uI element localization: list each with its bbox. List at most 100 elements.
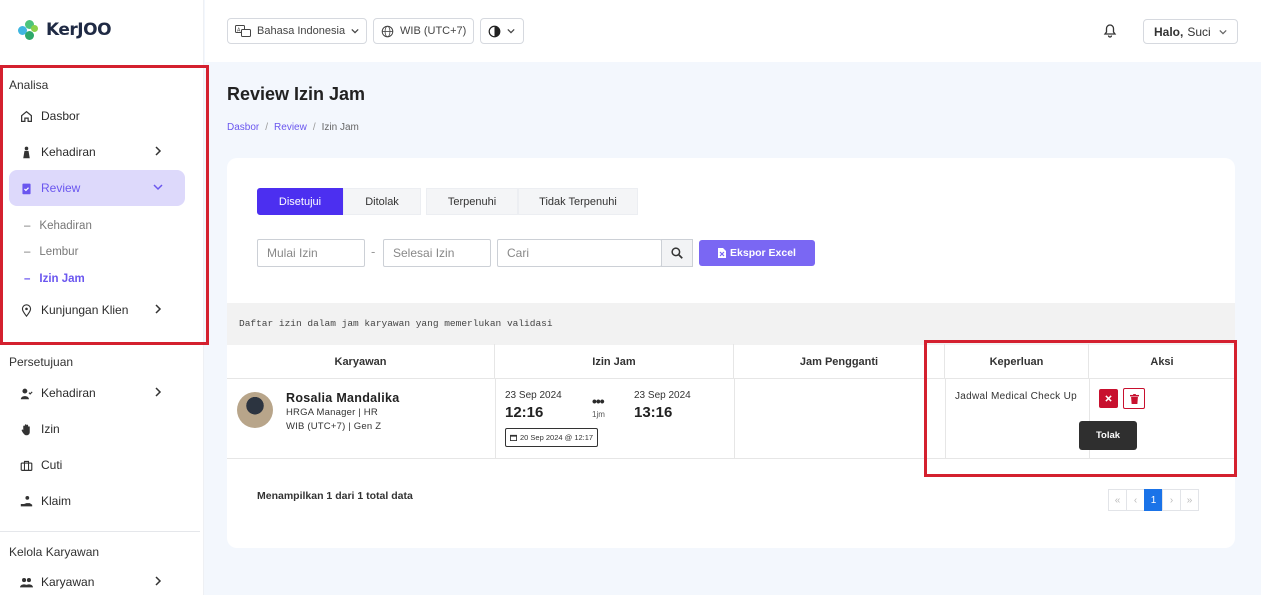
breadcrumb-dasbor[interactable]: Dasbor	[227, 122, 259, 133]
end-date-input[interactable]	[383, 239, 491, 267]
page-current-button[interactable]: 1	[1144, 489, 1163, 511]
page-last-button[interactable]: »	[1180, 489, 1199, 511]
svg-text:A: A	[237, 28, 241, 34]
reject-button[interactable]	[1099, 389, 1118, 408]
sidebar-subitem-lembur[interactable]: – Lembur	[24, 246, 78, 258]
person-icon	[20, 146, 33, 159]
more-icon: •••	[592, 393, 605, 409]
chevron-right-icon	[155, 576, 162, 586]
created-timestamp: 20 Sep 2024 @ 12:17	[505, 428, 599, 447]
sidebar-item-cuti[interactable]: Cuti	[9, 447, 185, 483]
sidebar-item-kunjungan-klien[interactable]: Kunjungan Klien	[9, 292, 185, 328]
calendar-icon	[510, 434, 517, 441]
sidebar-item-label: Review	[41, 181, 81, 195]
status-tabs: Disetujui Ditolak Terpenuhi Tidak Terpen…	[257, 188, 638, 215]
avatar	[237, 392, 273, 428]
search-input[interactable]	[497, 239, 662, 267]
end-time: 13:16	[634, 404, 673, 421]
page-prev-button[interactable]: ‹	[1126, 489, 1145, 511]
column-header-keperluan: Keperluan	[945, 344, 1089, 379]
home-icon	[20, 110, 33, 123]
sidebar-item-review[interactable]: Review	[9, 170, 185, 206]
sidebar-item-label: Izin	[41, 422, 60, 436]
export-excel-button[interactable]: Ekspor Excel	[699, 240, 815, 266]
chevron-down-icon	[351, 28, 359, 34]
export-label: Ekspor Excel	[730, 247, 796, 259]
user-menu[interactable]: Halo, Suci	[1143, 19, 1238, 44]
pagination: « ‹ 1 › »	[1108, 489, 1199, 511]
page-title: Review Izin Jam	[227, 84, 366, 104]
users-icon	[20, 576, 33, 589]
hand-icon	[20, 423, 33, 436]
globe-icon	[381, 25, 394, 37]
breadcrumb-current: Izin Jam	[321, 122, 359, 133]
start-time: 12:16	[505, 404, 544, 421]
tab-ditolak[interactable]: Ditolak	[343, 188, 421, 215]
table-summary: Menampilkan 1 dari 1 total data	[257, 490, 413, 502]
reject-tooltip: Tolak	[1079, 421, 1137, 450]
delete-button[interactable]	[1123, 388, 1145, 409]
logo-text: KerJOO	[46, 20, 112, 40]
bell-icon[interactable]	[1102, 22, 1118, 38]
employee-timezone-gen: WIB (UTC+7) | Gen Z	[286, 421, 382, 432]
sidebar-item-dasbor[interactable]: Dasbor	[9, 98, 185, 134]
location-pin-icon	[20, 303, 33, 317]
tab-tidak-terpenuhi[interactable]: Tidak Terpenuhi	[518, 188, 638, 215]
breadcrumb-review[interactable]: Review	[274, 122, 307, 133]
start-date: 23 Sep 2024	[505, 390, 562, 401]
purpose-text: Jadwal Medical Check Up	[955, 391, 1077, 402]
user-name: Suci	[1187, 24, 1211, 39]
sidebar-item-label: Cuti	[41, 458, 63, 472]
employee-position: HRGA Manager | HR	[286, 407, 378, 418]
sidebar-item-label: Kehadiran	[41, 145, 96, 159]
language-label: Bahasa Indonesia	[257, 25, 346, 37]
column-header-karyawan: Karyawan	[227, 344, 495, 379]
language-select[interactable]: A Bahasa Indonesia	[227, 18, 368, 44]
sidebar-item-klaim[interactable]: Klaim	[9, 483, 185, 519]
chevron-down-icon	[507, 28, 515, 34]
file-excel-icon	[718, 248, 727, 258]
duration: 1jm	[592, 410, 605, 419]
sidebar-subitem-kehadiran[interactable]: – Kehadiran	[24, 220, 92, 232]
sidebar-item-izin[interactable]: Izin	[9, 411, 185, 447]
sidebar-item-karyawan[interactable]: Karyawan	[9, 564, 185, 595]
content-card: Disetujui Ditolak Terpenuhi Tidak Terpen…	[227, 158, 1235, 548]
section-persetujuan: Persetujuan	[9, 355, 74, 369]
trash-icon	[1129, 393, 1139, 404]
timezone-select[interactable]: WIB (UTC+7)	[373, 18, 475, 44]
chevron-right-icon	[155, 304, 162, 314]
sidebar-subitem-izin-jam[interactable]: – Izin Jam	[24, 273, 85, 285]
range-separator: -	[371, 244, 376, 259]
start-date-input[interactable]	[257, 239, 365, 267]
chevron-right-icon	[155, 146, 162, 156]
section-analisa: Analisa	[9, 78, 49, 92]
chevron-down-icon	[153, 184, 163, 191]
topbar: A Bahasa Indonesia WIB (UTC+7) Halo, Suc…	[205, 0, 1261, 62]
search-button[interactable]	[661, 239, 693, 267]
theme-toggle[interactable]	[480, 18, 524, 44]
page-first-button[interactable]: «	[1108, 489, 1127, 511]
logo[interactable]: KerJOO	[18, 20, 112, 40]
sidebar-item-kehadiran[interactable]: Kehadiran	[9, 134, 185, 170]
search-icon	[671, 247, 683, 259]
table-row: Rosalia Mandalika HRGA Manager | HR WIB …	[227, 379, 1235, 459]
sidebar-item-label: Karyawan	[41, 575, 95, 589]
close-icon	[1105, 395, 1112, 402]
column-header-izin-jam: Izin Jam	[495, 344, 734, 379]
chevron-down-icon	[1219, 29, 1227, 34]
sidebar-divider	[0, 531, 200, 532]
chevron-right-icon	[155, 387, 162, 397]
clipboard-check-icon	[20, 182, 33, 195]
language-icon: A	[235, 25, 251, 37]
page-next-button[interactable]: ›	[1162, 489, 1181, 511]
info-text: Daftar izin dalam jam karyawan yang meme…	[239, 318, 553, 329]
table-header: Karyawan Izin Jam Jam Pengganti Keperlua…	[227, 344, 1235, 379]
column-header-jam-pengganti: Jam Pengganti	[734, 344, 945, 379]
sidebar-item-label: Kehadiran	[41, 386, 96, 400]
tab-disetujui[interactable]: Disetujui	[257, 188, 343, 215]
sidebar-item-persetujuan-kehadiran[interactable]: Kehadiran	[9, 375, 185, 411]
tab-terpenuhi[interactable]: Terpenuhi	[426, 188, 518, 215]
user-check-icon	[20, 387, 33, 400]
sidebar-item-label: Dasbor	[41, 109, 80, 123]
hand-coin-icon	[20, 495, 33, 508]
